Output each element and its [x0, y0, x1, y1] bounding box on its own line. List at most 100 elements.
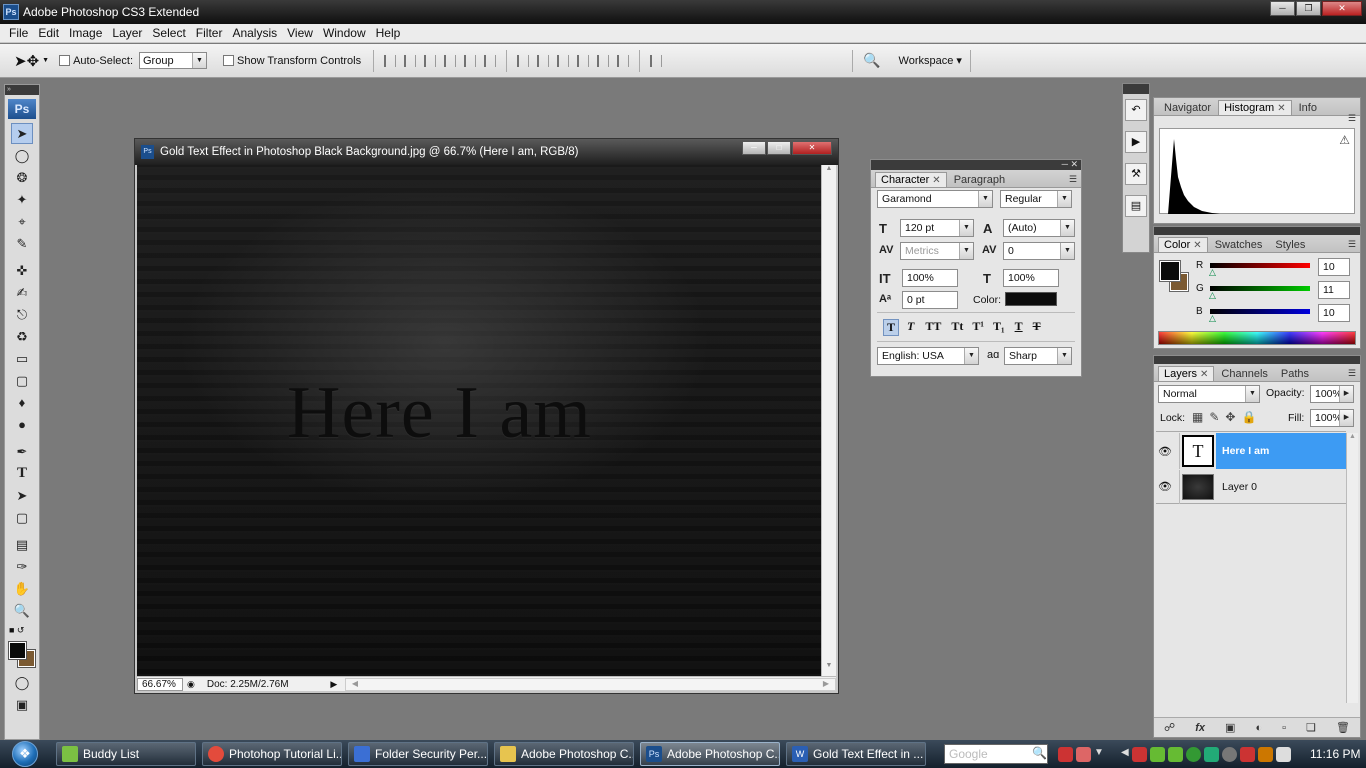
tab-navigator[interactable]: Navigator: [1158, 100, 1217, 115]
strikethrough-button[interactable]: T: [1031, 319, 1043, 336]
zoom-tool-icon[interactable]: 🔍: [11, 600, 33, 621]
underline-button[interactable]: T: [1012, 319, 1026, 336]
align-vcenter-icon[interactable]: [404, 54, 417, 67]
close-button[interactable]: ✕: [1322, 1, 1362, 16]
auto-select-dropdown[interactable]: Group ▼: [139, 52, 207, 69]
shape-tool-icon[interactable]: ▢: [11, 507, 33, 528]
lasso-tool-icon[interactable]: ❂: [11, 167, 33, 188]
screen-mode-icon[interactable]: ▣: [11, 694, 33, 715]
menu-layer[interactable]: Layer: [107, 26, 147, 40]
distribute-vcenter-icon[interactable]: [537, 54, 550, 67]
slider-thumb-icon[interactable]: △: [1209, 290, 1216, 301]
actions-panel-icon[interactable]: ▶: [1125, 131, 1147, 153]
superscript-button[interactable]: T¹: [970, 319, 986, 336]
menu-view[interactable]: View: [282, 26, 318, 40]
pen-tool-icon[interactable]: ✒: [11, 441, 33, 462]
tab-histogram[interactable]: Histogram ✕: [1218, 100, 1292, 115]
slice-tool-icon[interactable]: ✎: [11, 233, 33, 254]
healing-brush-icon[interactable]: ✜: [11, 260, 33, 281]
slider-thumb-icon[interactable]: △: [1209, 313, 1216, 324]
faux-bold-button[interactable]: T: [883, 319, 900, 336]
slider-thumb-icon[interactable]: △: [1209, 267, 1216, 278]
show-transform-checkbox[interactable]: [223, 55, 234, 66]
text-color-swatch[interactable]: [1005, 292, 1057, 306]
channel-g-slider[interactable]: [1210, 286, 1310, 291]
menu-help[interactable]: Help: [371, 26, 406, 40]
align-bottom-icon[interactable]: [424, 54, 437, 67]
chevron-down-icon[interactable]: ▼: [42, 57, 49, 64]
scroll-down-icon[interactable]: ▼: [822, 662, 836, 676]
toolbox-collapse-icon[interactable]: »: [5, 85, 39, 95]
workspace-menu[interactable]: Workspace ▾: [899, 54, 962, 67]
tray-expand-icon[interactable]: ◀: [1121, 747, 1129, 762]
path-select-icon[interactable]: ➤: [11, 485, 33, 506]
taskbar-item-folder-security[interactable]: Folder Security Per...: [348, 742, 488, 766]
color-foreground-swatch[interactable]: [1159, 260, 1181, 282]
scroll-right-icon[interactable]: ▶: [823, 679, 829, 690]
menu-select[interactable]: Select: [147, 26, 190, 40]
hand-tool-icon[interactable]: ✋: [11, 578, 33, 599]
align-hcenter-icon[interactable]: [464, 54, 477, 67]
antialias-dropdown[interactable]: Sharp ▼: [1004, 347, 1072, 365]
tab-paragraph[interactable]: Paragraph: [948, 172, 1011, 187]
adjustment-icon[interactable]: ◐: [1255, 722, 1262, 734]
restore-button[interactable]: ❐: [1296, 1, 1321, 16]
menu-file[interactable]: File: [4, 26, 33, 40]
blend-mode-dropdown[interactable]: Normal ▼: [1158, 385, 1260, 403]
tab-character[interactable]: Character ✕: [875, 172, 947, 187]
channel-g-value[interactable]: 11: [1318, 281, 1350, 299]
font-family-dropdown[interactable]: Garamond ▼: [877, 190, 993, 208]
layers-scrollbar[interactable]: ▲: [1346, 433, 1358, 703]
tab-styles[interactable]: Styles: [1269, 237, 1311, 252]
distribute-hcenter-icon[interactable]: [597, 54, 610, 67]
document-maximize-button[interactable]: □: [767, 141, 791, 155]
baseline-shift-field[interactable]: 0 pt: [902, 291, 958, 309]
channel-b-value[interactable]: 10: [1318, 304, 1350, 322]
minimize-button[interactable]: ─: [1270, 1, 1295, 16]
distribute-top-icon[interactable]: [517, 54, 530, 67]
horizontal-scrollbar[interactable]: ◀ ▶: [344, 677, 836, 691]
tab-paths[interactable]: Paths: [1275, 366, 1315, 381]
taskbar-item-photoshop[interactable]: Ps Adobe Photoshop C...: [640, 742, 780, 766]
scroll-up-icon[interactable]: ▲: [822, 165, 836, 179]
foreground-color[interactable]: [8, 641, 27, 660]
brush-tool-icon[interactable]: ✍: [11, 282, 33, 303]
leading-field[interactable]: (Auto) ▼: [1003, 219, 1075, 237]
subscript-button[interactable]: T₁: [991, 319, 1007, 336]
tool-presets-icon[interactable]: ⚒: [1125, 163, 1147, 185]
quick-mask-icon[interactable]: ◯: [11, 672, 33, 693]
channel-b-slider[interactable]: [1210, 309, 1310, 314]
language-dropdown[interactable]: English: USA ▼: [877, 347, 979, 365]
status-menu-icon[interactable]: ▶: [327, 679, 341, 690]
channel-r-value[interactable]: 10: [1318, 258, 1350, 276]
scroll-left-icon[interactable]: ◀: [352, 679, 358, 690]
distribute-right-icon[interactable]: [617, 54, 630, 67]
distribute-left-icon[interactable]: [577, 54, 590, 67]
tray-icon[interactable]: [1076, 746, 1091, 762]
document-titlebar[interactable]: Ps Gold Text Effect in Photoshop Black B…: [135, 139, 838, 165]
eye-icon[interactable]: 👁: [1156, 480, 1174, 493]
panel-menu-icon[interactable]: ☰: [1069, 174, 1077, 185]
trash-icon[interactable]: 🗑: [1336, 721, 1350, 734]
clone-stamp-icon[interactable]: ⎋: [11, 304, 33, 325]
vertical-scrollbar[interactable]: ▲ ▼: [821, 165, 836, 676]
opacity-field[interactable]: 100% ▶: [1310, 385, 1354, 403]
group-icon[interactable]: ▫: [1282, 722, 1286, 734]
layer-name[interactable]: Here I am: [1216, 433, 1346, 469]
font-size-field[interactable]: 120 pt ▼: [900, 219, 974, 237]
tray-arrow-icon[interactable]: ▼: [1094, 747, 1104, 762]
warning-icon[interactable]: ⚠: [1339, 133, 1350, 147]
faux-italic-button[interactable]: T: [904, 319, 917, 336]
type-tool-icon[interactable]: T: [11, 463, 33, 484]
notes-tool-icon[interactable]: ▤: [11, 534, 33, 555]
vertical-scale-field[interactable]: 100%: [902, 269, 958, 287]
start-button[interactable]: ❖: [0, 740, 50, 768]
kerning-field[interactable]: Metrics ▼: [900, 242, 974, 260]
tray-icon[interactable]: [1132, 746, 1147, 762]
panel-menu-icon[interactable]: ☰: [1348, 368, 1356, 379]
panel-menu-icon[interactable]: ☰: [1348, 113, 1356, 124]
font-style-dropdown[interactable]: Regular ▼: [1000, 190, 1072, 208]
move-tool-icon[interactable]: ➤: [11, 123, 33, 144]
link-icon[interactable]: ☍: [1164, 721, 1175, 734]
tray-icon[interactable]: [1204, 746, 1219, 762]
